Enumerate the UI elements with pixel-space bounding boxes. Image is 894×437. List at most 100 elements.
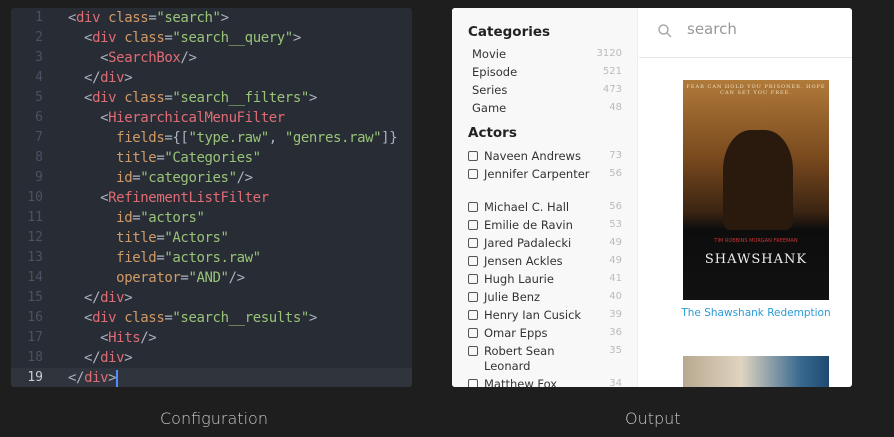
- checkbox[interactable]: [468, 292, 478, 302]
- code-line[interactable]: 13 field="actors.raw": [11, 248, 412, 268]
- code-token: "search": [156, 10, 221, 26]
- code-token: title: [68, 230, 157, 246]
- category-item[interactable]: Series 473: [468, 81, 622, 99]
- code-line[interactable]: 2 <div class="search__query">: [11, 28, 412, 48]
- code-line[interactable]: 1 <div class="search">: [11, 8, 412, 28]
- hit-poster[interactable]: [683, 356, 829, 387]
- line-number: 14: [27, 270, 43, 285]
- code-token: />: [140, 330, 157, 346]
- actor-filter-item[interactable]: Jared Padalecki 49: [468, 234, 622, 252]
- line-number: 6: [35, 110, 43, 125]
- actor-filter-item[interactable]: Jensen Ackles 49: [468, 252, 622, 270]
- category-item[interactable]: Game 48: [468, 99, 622, 117]
- code-line[interactable]: 6 <HierarchicalMenuFilter: [11, 108, 412, 128]
- code-line[interactable]: 11 id="actors": [11, 208, 412, 228]
- actor-filter-item[interactable]: Julie Benz 40: [468, 288, 622, 306]
- actor-filter-item[interactable]: Robert Sean Leonard 35: [468, 342, 622, 373]
- category-item[interactable]: Movie 3120: [468, 45, 622, 63]
- item-count: 34: [609, 378, 622, 387]
- checkbox[interactable]: [468, 256, 478, 266]
- checkbox[interactable]: [468, 151, 478, 161]
- checkbox[interactable]: [468, 328, 478, 338]
- code-line[interactable]: 5 <div class="search__filters">: [11, 88, 412, 108]
- code-token: </: [68, 290, 101, 306]
- line-number: 3: [35, 50, 43, 65]
- line-number: 18: [27, 350, 43, 365]
- code-text: <RefinementListFilter: [68, 188, 269, 208]
- code-token: div: [84, 370, 109, 386]
- code-line[interactable]: 4 </div>: [11, 68, 412, 88]
- actor-filter-item[interactable]: Omar Epps 36: [468, 324, 622, 342]
- code-text: </div>: [68, 288, 133, 308]
- code-line[interactable]: 14 operator="AND"/>: [11, 268, 412, 288]
- actor-filter-item[interactable]: Emilie de Ravin 53: [468, 216, 622, 234]
- checkbox[interactable]: [468, 169, 478, 179]
- item-label: Matthew Fox: [484, 377, 558, 387]
- code-token: div: [92, 30, 117, 46]
- item-label: Robert Sean Leonard: [484, 344, 555, 373]
- code-token: id: [68, 210, 133, 226]
- line-number: 4: [35, 70, 43, 85]
- code-token: "genres.raw": [284, 130, 382, 146]
- code-line[interactable]: 19 </div>: [11, 368, 412, 387]
- item-count: 36: [609, 327, 622, 338]
- actor-filter-item[interactable]: Jennifer Carpenter 56: [468, 165, 622, 183]
- code-line[interactable]: 9 id="categories"/>: [11, 168, 412, 188]
- item-label: Emilie de Ravin: [484, 218, 573, 232]
- code-token: </: [68, 70, 101, 86]
- code-token: "search__query": [172, 30, 293, 46]
- item-label: Jensen Ackles: [484, 254, 563, 268]
- code-editor[interactable]: 1 <div class="search"> 2 <div class="searc…: [11, 8, 412, 387]
- checkbox[interactable]: [468, 274, 478, 284]
- code-token: id: [68, 170, 133, 186]
- code-line[interactable]: 10 <RefinementListFilter: [11, 188, 412, 208]
- code-line[interactable]: 8 title="Categories": [11, 148, 412, 168]
- code-text: <HierarchicalMenuFilter: [68, 108, 285, 128]
- actor-filter-item[interactable]: Michael C. Hall 56: [468, 198, 622, 216]
- code-token: operator: [68, 270, 181, 286]
- code-line[interactable]: 16 <div class="search__results">: [11, 308, 412, 328]
- checkbox[interactable]: [468, 346, 478, 356]
- poster-figure: [723, 130, 793, 230]
- line-number: 16: [27, 310, 43, 325]
- code-token: div: [100, 290, 125, 306]
- actor-filter-item[interactable]: Naveen Andrews 73: [468, 147, 622, 165]
- checkbox[interactable]: [468, 379, 478, 387]
- code-line[interactable]: 15 </div>: [11, 288, 412, 308]
- code-token: <: [68, 330, 109, 346]
- actor-filter-item[interactable]: Henry Ian Cusick 39: [468, 306, 622, 324]
- code-line[interactable]: 17 <Hits/>: [11, 328, 412, 348]
- item-label: Series: [472, 83, 508, 97]
- categories-title: Categories: [468, 24, 551, 40]
- checkbox[interactable]: [468, 238, 478, 248]
- item-label: Omar Epps: [484, 326, 548, 340]
- item-label: Michael C. Hall: [484, 200, 570, 214]
- checkbox[interactable]: [468, 310, 478, 320]
- actor-filter-item[interactable]: Hugh Laurie 41: [468, 270, 622, 288]
- code-line[interactable]: 12 title="Actors": [11, 228, 412, 248]
- code-token: >: [308, 310, 317, 326]
- search-input[interactable]: [687, 20, 837, 38]
- code-line[interactable]: 3 <SearchBox/>: [11, 48, 412, 68]
- hit-title-link[interactable]: The Shawshank Redemption: [669, 307, 843, 319]
- checkbox[interactable]: [468, 202, 478, 212]
- checkbox[interactable]: [468, 220, 478, 230]
- item-label: Henry Ian Cusick: [484, 308, 582, 322]
- code-token: "search__filters": [172, 90, 309, 106]
- code-token: SearchBox: [108, 50, 181, 66]
- item-count: 521: [602, 66, 622, 77]
- line-number: 10: [27, 190, 43, 205]
- actor-filter-item[interactable]: Matthew Fox 34: [468, 375, 622, 387]
- code-token: class: [116, 30, 165, 46]
- code-line[interactable]: 18 </div>: [11, 348, 412, 368]
- code-token: "actors": [140, 210, 205, 226]
- line-number: 7: [35, 130, 43, 145]
- code-line[interactable]: 7 fields={["type.raw", "genres.raw"]}: [11, 128, 412, 148]
- line-number: 2: [35, 30, 43, 45]
- code-token: <: [68, 110, 109, 126]
- output-preview: Categories Movie 3120 Episode 521 Series 473 Ga…: [452, 8, 852, 387]
- category-item[interactable]: Episode 521: [468, 63, 622, 81]
- line-number: 1: [35, 10, 43, 25]
- line-number: 13: [27, 250, 43, 265]
- hit-poster[interactable]: FEAR CAN HOLD YOU PRISONER. HOPE CAN SET…: [683, 80, 829, 300]
